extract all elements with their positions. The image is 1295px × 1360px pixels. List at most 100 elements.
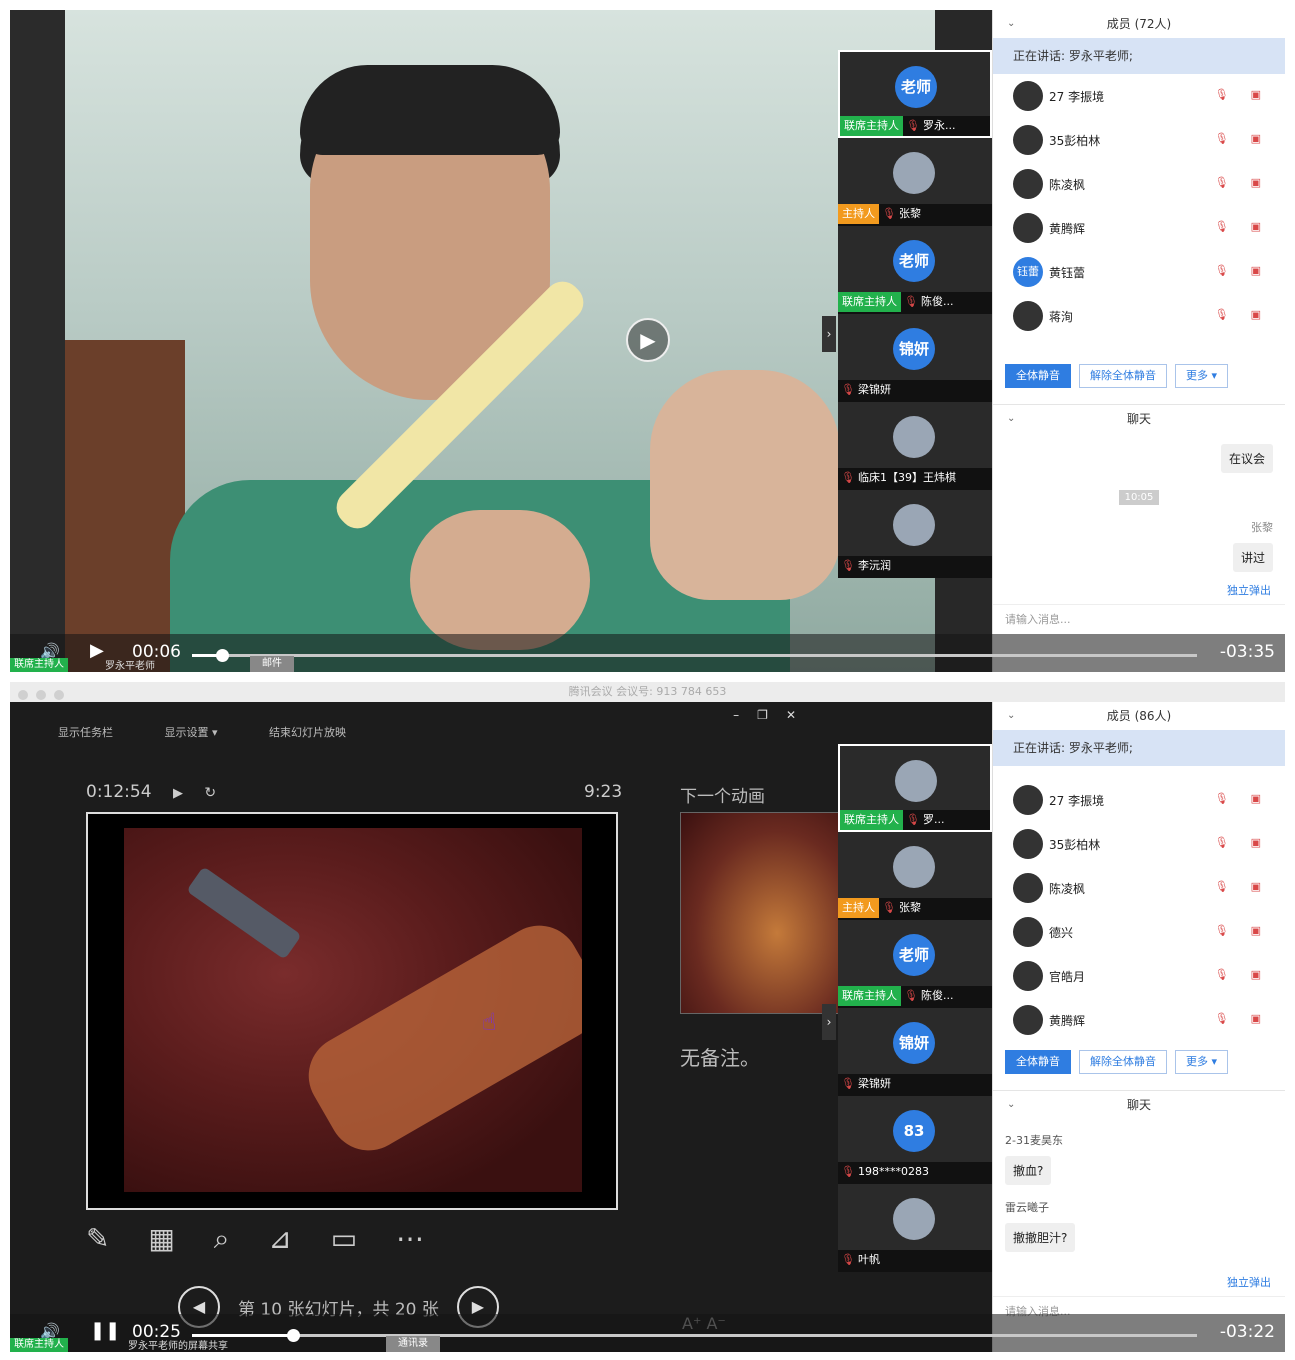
members-header[interactable]: ⌄ 成员 (86人) [993, 702, 1285, 730]
camera-off-icon[interactable]: ▣ [1251, 1012, 1261, 1025]
chat-header[interactable]: ⌄ 聊天 [993, 404, 1285, 432]
mic-muted-icon[interactable]: 🎙 [1215, 88, 1229, 101]
member-name: 黄腾辉 [1049, 221, 1086, 236]
pen-icon[interactable]: ✎ [86, 1222, 109, 1255]
unmute-all-button[interactable]: 解除全体静音 [1079, 364, 1167, 388]
camera-off-icon[interactable]: ▣ [1251, 220, 1261, 233]
mute-all-button[interactable]: 全体静音 [1005, 1050, 1071, 1074]
next-slide-preview[interactable] [680, 812, 842, 1014]
participant-thumbnail[interactable]: 🎙 李沅润 [838, 490, 992, 578]
member-row[interactable]: 德兴 🎙 ▣ [993, 910, 1285, 954]
participant-thumbnail[interactable]: 老师 联席主持人 🎙 罗永... [838, 50, 992, 138]
mic-muted-icon[interactable]: 🎙 [1215, 1012, 1229, 1025]
camera-off-icon[interactable]: ▣ [1251, 792, 1261, 805]
participant-thumbnail[interactable]: 锦妍 🎙 梁锦妍 [838, 314, 992, 402]
contacts-button[interactable]: 通讯录 [386, 1336, 440, 1352]
popout-link[interactable]: 独立弹出 [993, 1268, 1285, 1296]
pause-icon[interactable]: ❚❚ [90, 1320, 120, 1341]
slides-grid-icon[interactable]: ▦ [148, 1222, 174, 1255]
chevron-down-icon[interactable]: ⌄ [1007, 405, 1015, 433]
chat-header[interactable]: ⌄ 聊天 [993, 1090, 1285, 1118]
minimize-icon[interactable]: – [733, 708, 739, 722]
participant-thumbnail[interactable]: 老师 联席主持人 🎙 陈俊... [838, 226, 992, 314]
participant-thumbnail[interactable]: 83 🎙 198****0283 [838, 1096, 992, 1184]
seek-handle[interactable] [286, 1329, 300, 1342]
participant-thumbnail[interactable]: 锦妍 🎙 梁锦妍 [838, 1008, 992, 1096]
close-icon[interactable]: ✕ [786, 708, 796, 722]
camera-off-icon[interactable]: ▣ [1251, 880, 1261, 893]
mail-button[interactable]: 邮件 [250, 656, 294, 672]
camera-off-icon[interactable]: ▣ [1251, 264, 1261, 277]
mic-muted-icon[interactable]: 🎙 [1215, 132, 1229, 145]
mic-muted-icon[interactable]: 🎙 [1215, 264, 1229, 277]
member-status-icons: 🎙 ▣ [1193, 88, 1261, 101]
member-row[interactable]: 陈凌枫 🎙 ▣ [993, 866, 1285, 910]
camera-off-icon[interactable]: ▣ [1251, 132, 1261, 145]
participant-name-bar: 🎙 198****0283 [838, 1162, 992, 1182]
mute-all-button[interactable]: 全体静音 [1005, 364, 1071, 388]
subtitles-icon[interactable]: ▭ [331, 1222, 357, 1255]
participant-thumbnail[interactable]: 联席主持人 🎙 罗... [838, 744, 992, 832]
member-row[interactable]: 35彭柏林 🎙 ▣ [993, 822, 1285, 866]
taskbar-button[interactable]: 显示任务栏 [58, 726, 113, 739]
current-slide[interactable]: ☝ [86, 812, 618, 1210]
mic-muted-icon[interactable]: 🎙 [1215, 792, 1229, 805]
participant-thumbnail[interactable]: 🎙 叶帆 [838, 1184, 992, 1272]
mic-muted-icon[interactable]: 🎙 [1215, 880, 1229, 893]
zoom-dot-icon[interactable] [54, 690, 64, 700]
chevron-down-icon[interactable]: ⌄ [1007, 10, 1015, 38]
member-row[interactable]: 27 李振境 🎙 ▣ [993, 778, 1285, 822]
popout-link[interactable]: 独立弹出 [993, 576, 1285, 604]
participant-thumbnail[interactable]: 主持人 🎙 张黎 [838, 138, 992, 226]
seek-handle[interactable] [216, 649, 230, 662]
mic-muted-icon[interactable]: 🎙 [1215, 308, 1229, 321]
participant-thumbnail[interactable]: 主持人 🎙 张黎 [838, 832, 992, 920]
zoom-icon[interactable]: ⌕ [214, 1222, 230, 1255]
chevron-down-icon[interactable]: ⌄ [1007, 1091, 1015, 1119]
camera-off-icon[interactable]: ▣ [1251, 924, 1261, 937]
camera-off-icon[interactable]: ▣ [1251, 836, 1261, 849]
mic-muted-icon[interactable]: 🎙 [1215, 968, 1229, 981]
more-options-icon[interactable]: ⋯ [396, 1222, 424, 1255]
display-settings-button[interactable]: 显示设置 ▾ [165, 726, 218, 739]
mic-muted-icon[interactable]: 🎙 [1215, 176, 1229, 189]
minimize-dot-icon[interactable] [36, 690, 46, 700]
chat-input[interactable]: 请输入消息... [993, 604, 1285, 633]
camera-off-icon[interactable]: ▣ [1251, 308, 1261, 321]
collapse-arrow-icon[interactable]: › [822, 1004, 836, 1040]
camera-off-icon[interactable]: ▣ [1251, 88, 1261, 101]
reset-icon[interactable]: ↻ [204, 785, 216, 801]
mic-muted-icon[interactable]: 🎙 [1215, 836, 1229, 849]
chevron-down-icon[interactable]: ⌄ [1007, 702, 1015, 730]
pointer-icon[interactable]: ⊿ [268, 1222, 291, 1255]
member-row[interactable]: 蒋洵 🎙 ▣ [993, 294, 1285, 338]
end-slideshow-button[interactable]: 结束幻灯片放映 [269, 726, 346, 739]
mic-muted-icon[interactable]: 🎙 [1215, 220, 1229, 233]
chat-message: 讲过 [993, 539, 1285, 576]
member-row[interactable]: 黄腾辉 🎙 ▣ [993, 206, 1285, 250]
restore-icon[interactable]: ❐ [757, 708, 768, 722]
member-row[interactable]: 官皓月 🎙 ▣ [993, 954, 1285, 998]
seek-bar[interactable] [192, 1329, 1197, 1342]
member-row[interactable]: 27 李振境 🎙 ▣ [993, 74, 1285, 118]
members-header[interactable]: ⌄ 成员 (72人) [993, 10, 1285, 38]
member-row[interactable]: 黄腾辉 🎙 ▣ [993, 998, 1285, 1042]
participant-thumbnail[interactable]: 老师 联席主持人 🎙 陈俊... [838, 920, 992, 1008]
member-row[interactable]: 钰蕾 黄钰蕾 🎙 ▣ [993, 250, 1285, 294]
play-overlay-icon[interactable]: ▶ [626, 318, 670, 362]
member-row[interactable]: 陈凌枫 🎙 ▣ [993, 162, 1285, 206]
member-row[interactable]: 35彭柏林 🎙 ▣ [993, 118, 1285, 162]
participant-thumbnail[interactable]: 🎙 临床1【39】王炜棋 [838, 402, 992, 490]
more-button[interactable]: 更多 ▾ [1175, 1050, 1229, 1074]
play-icon[interactable]: ▶ [90, 640, 104, 661]
camera-off-icon[interactable]: ▣ [1251, 968, 1261, 981]
collapse-arrow-icon[interactable]: › [822, 316, 836, 352]
unmute-all-button[interactable]: 解除全体静音 [1079, 1050, 1167, 1074]
speaker-hair-top [300, 65, 560, 155]
close-dot-icon[interactable] [18, 690, 28, 700]
pause-icon[interactable]: ▶ [173, 786, 183, 801]
camera-off-icon[interactable]: ▣ [1251, 176, 1261, 189]
seek-bar[interactable] [192, 649, 1197, 662]
mic-muted-icon[interactable]: 🎙 [1215, 924, 1229, 937]
more-button[interactable]: 更多 ▾ [1175, 364, 1229, 388]
